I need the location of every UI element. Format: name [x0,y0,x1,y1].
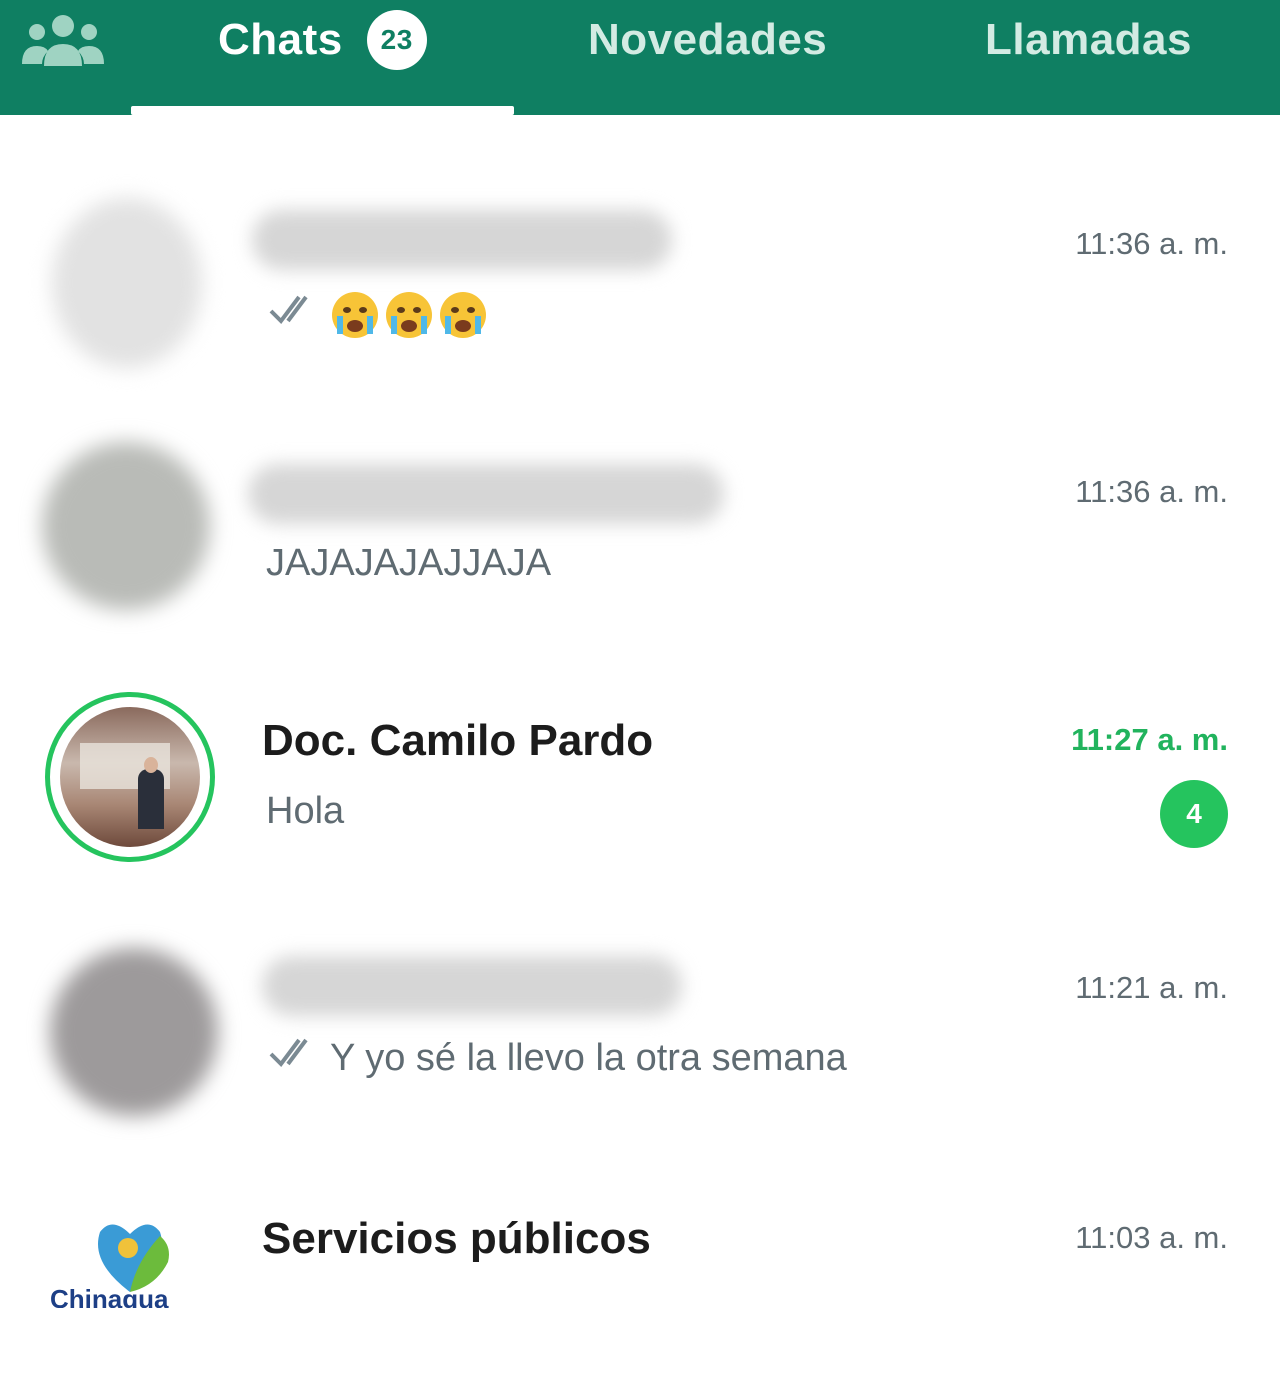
avatar-logo[interactable]: Chinagua [50,1208,210,1308]
chat-name-blurred [262,956,682,1016]
chat-row[interactable]: 11:36 a. m. [0,180,1280,380]
avatar[interactable] [42,442,210,610]
avatar [60,707,200,847]
read-ticks-icon [268,1036,318,1080]
chat-preview [268,290,492,340]
read-ticks-icon [268,293,318,337]
avatar-with-status-ring[interactable] [45,692,215,862]
unread-count-badge: 4 [1160,780,1228,848]
community-icon[interactable] [20,10,106,70]
top-tab-bar: Chats 23 Novedades Llamadas [0,0,1280,115]
svg-text:Chinagua: Chinagua [50,1284,169,1308]
chat-preview: Y yo sé la llevo la otra semana [268,1036,847,1080]
chat-row[interactable]: Y yo sé la llevo la otra semana 11:21 a.… [0,930,1280,1130]
chat-name: Doc. Camilo Pardo [262,716,654,765]
chat-preview: Hola [266,790,345,832]
active-tab-indicator [131,106,514,115]
crying-face-emoji [438,290,488,340]
chat-row[interactable]: JAJAJAJAJJAJA 11:36 a. m. [0,430,1280,630]
tab-novedades[interactable]: Novedades [588,12,827,68]
chat-name-blurred [252,210,672,270]
tab-chats[interactable]: Chats 23 [218,10,427,70]
chat-time: 11:21 a. m. [1075,970,1228,1005]
tab-llamadas-label: Llamadas [985,15,1192,64]
crying-face-emoji [330,290,380,340]
chat-time: 11:36 a. m. [1075,226,1228,261]
chat-name-blurred [248,464,724,524]
chats-count-badge: 23 [366,10,427,70]
crying-face-emoji [384,290,434,340]
chat-time: 11:27 a. m. [1071,722,1228,757]
chat-row[interactable]: Doc. Camilo Pardo Hola 11:27 a. m. 4 [0,680,1280,880]
tab-novedades-label: Novedades [588,15,828,64]
chat-preview-text: Y yo sé la llevo la otra semana [330,1036,847,1079]
chat-time: 11:36 a. m. [1075,474,1228,509]
chat-time: 11:03 a. m. [1075,1220,1228,1255]
chat-name: Servicios públicos [262,1214,651,1263]
chat-row[interactable]: Chinagua Servicios públicos 11:03 a. m. [0,1180,1280,1380]
avatar[interactable] [52,198,202,368]
tab-llamadas[interactable]: Llamadas [985,12,1192,68]
chat-preview: JAJAJAJAJJAJA [266,542,552,584]
tab-chats-label: Chats [218,15,343,64]
avatar[interactable] [50,948,218,1116]
